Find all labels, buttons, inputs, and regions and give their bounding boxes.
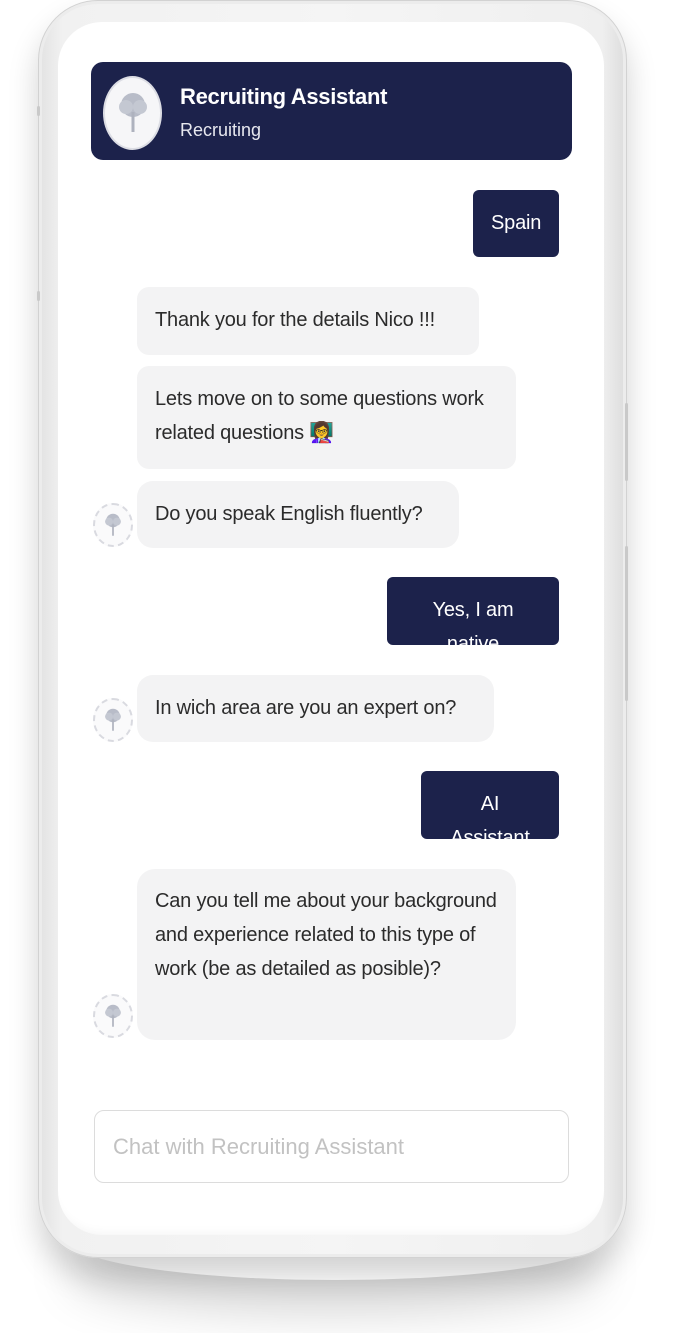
message-text: Do you speak English fluently? [155,503,423,525]
side-button-left-2 [37,291,40,301]
message-text: Yes, I am native [432,599,514,655]
teacher-emoji-icon: 👩‍🏫 [309,422,334,444]
message-text: Can you tell me about your background an… [155,890,497,980]
message-text: Spain [491,212,542,234]
bot-message: Lets move on to some questions work rela… [137,366,516,469]
tree-logo-icon [118,93,147,132]
chat-header: Recruiting Assistant Recruiting [91,62,572,160]
tree-logo-icon [105,1004,121,1027]
tree-logo-icon [105,513,121,536]
bot-message: Do you speak English fluently? [137,481,459,548]
message-text: AI Assistant [450,793,530,849]
user-message: Spain [473,190,559,257]
bot-avatar [93,994,133,1038]
tree-logo-icon [105,708,121,731]
bot-message: Thank you for the details Nico !!! [137,287,479,355]
user-message: AI Assistant [421,771,559,849]
side-button-left [37,106,40,116]
chat-input[interactable] [94,1110,569,1183]
header-subtitle: Recruiting [180,120,262,140]
power-button [625,546,628,701]
assistant-avatar [103,76,162,150]
chat-screen: Recruiting Assistant Recruiting Spain Th… [58,22,604,1235]
header-title: Recruiting Assistant [180,84,388,109]
bot-avatar [93,698,133,742]
message-text: Thank you for the details Nico !!! [155,309,436,331]
bot-avatar [93,503,133,547]
bot-message: In wich area are you an expert on? [137,675,494,742]
user-message: Yes, I am native [387,577,559,655]
bot-message: Can you tell me about your background an… [137,869,516,1040]
message-text: In wich area are you an expert on? [155,697,457,719]
volume-button [625,403,628,481]
